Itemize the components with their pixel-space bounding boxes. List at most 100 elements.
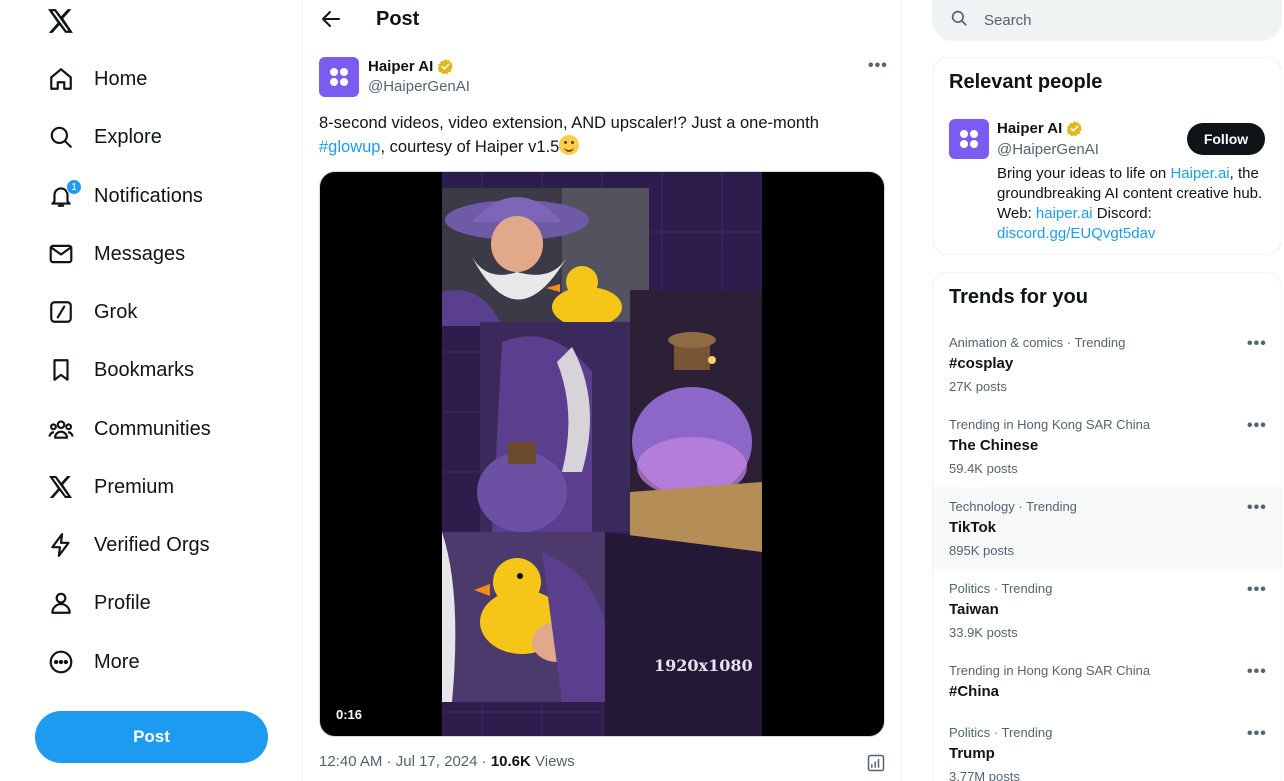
notification-badge: 1: [66, 179, 82, 195]
post-text: 8-second videos, video extension, AND up…: [319, 111, 879, 159]
relevant-person-name-text: Haiper AI: [997, 120, 1063, 137]
nav-more[interactable]: More: [36, 637, 152, 687]
nav-verified-orgs[interactable]: Verified Orgs: [36, 520, 222, 570]
trend-item[interactable]: Technology · Trending TikTok 895K posts …: [933, 487, 1281, 569]
trend-category: Politics · Trending: [949, 581, 1053, 596]
author-avatar[interactable]: [319, 57, 359, 97]
trend-name: #cosplay: [949, 355, 1014, 372]
nav-explore[interactable]: Explore: [36, 112, 174, 162]
trend-category: Trending in Hong Kong SAR China: [949, 663, 1151, 678]
bio-link-web[interactable]: haiper.ai: [1036, 205, 1093, 222]
primary-navigation: Home Explore 1 Notifications Messages Gr…: [0, 0, 302, 781]
trend-name: TikTok: [949, 519, 996, 536]
trend-item[interactable]: Politics · Trending Taiwan 33.9K posts •…: [933, 569, 1281, 651]
trend-more-icon[interactable]: •••: [1247, 335, 1267, 353]
bio-text-1: Bring your ideas to life on: [997, 165, 1171, 182]
video-player[interactable]: 1920x1080 0:16: [319, 171, 885, 737]
relevant-person-name[interactable]: Haiper AI: [997, 120, 1083, 137]
nav-bookmarks-label: Bookmarks: [94, 358, 195, 381]
envelope-icon: [48, 241, 74, 267]
video-thumbnail-art: [442, 172, 762, 736]
nav-communities-label: Communities: [94, 417, 211, 440]
nav-grok[interactable]: Grok: [36, 287, 149, 337]
post-metadata: 12:40 AM · Jul 17, 2024 · 10.6K Views: [319, 753, 575, 770]
trend-more-icon[interactable]: •••: [1247, 417, 1267, 435]
author-handle[interactable]: @HaiperGenAI: [368, 78, 470, 95]
post-time[interactable]: 12:40 AM: [319, 753, 382, 770]
search-icon: [48, 124, 74, 150]
trend-count: 3.77M posts: [949, 769, 1020, 781]
trend-more-icon[interactable]: •••: [1247, 499, 1267, 517]
relevant-person-handle[interactable]: @HaiperGenAI: [997, 141, 1099, 158]
x-logo-icon[interactable]: [44, 4, 78, 38]
trend-item[interactable]: Trending in Hong Kong SAR China #China •…: [933, 651, 1281, 713]
relevant-person-avatar[interactable]: [949, 119, 989, 159]
search-icon: [950, 9, 968, 32]
nav-communities[interactable]: Communities: [36, 404, 223, 454]
bookmark-icon: [48, 357, 74, 383]
nav-home[interactable]: Home: [36, 54, 159, 104]
nav-messages[interactable]: Messages: [36, 229, 197, 279]
trend-category: Technology · Trending: [949, 499, 1077, 514]
post-header: Post: [303, 0, 901, 40]
video-frame: 1920x1080: [442, 172, 762, 736]
search-bar[interactable]: [932, 0, 1282, 41]
more-circle-icon: [48, 649, 74, 675]
trend-count: 59.4K posts: [949, 461, 1018, 476]
trend-item[interactable]: Trending in Hong Kong SAR China The Chin…: [933, 405, 1281, 487]
back-arrow-icon[interactable]: [319, 7, 343, 31]
author-name[interactable]: Haiper AI: [368, 58, 454, 75]
author-name-text: Haiper AI: [368, 58, 434, 75]
search-input[interactable]: [984, 12, 1244, 29]
bio-link-haiper[interactable]: Haiper.ai: [1170, 165, 1229, 182]
post-text-tail: , courtesy of Haiper v1.5: [380, 138, 560, 156]
trend-item[interactable]: Animation & comics · Trending #cosplay 2…: [933, 323, 1281, 405]
views-count: 10.6K: [490, 753, 531, 770]
page-title: Post: [376, 8, 420, 30]
trend-more-icon[interactable]: •••: [1247, 663, 1267, 681]
right-sidebar: Relevant people Haiper AI @HaiperGenAI F…: [932, 0, 1284, 781]
bio-link-discord[interactable]: discord.gg/EUQvgt5dav: [997, 225, 1155, 242]
haiper-logo-icon: [330, 68, 348, 86]
trend-more-icon[interactable]: •••: [1247, 581, 1267, 599]
post-button[interactable]: Post: [35, 711, 268, 763]
people-icon: [48, 416, 74, 442]
trend-count: 895K posts: [949, 543, 1015, 558]
nav-profile-label: Profile: [94, 591, 151, 614]
nav-messages-label: Messages: [94, 242, 186, 265]
post-text-body: 8-second videos, video extension, AND up…: [319, 114, 819, 132]
video-duration: 0:16: [330, 705, 369, 724]
trend-count: 33.9K posts: [949, 625, 1018, 640]
post-more-icon[interactable]: •••: [868, 57, 888, 75]
trends-card: Trends for you Animation & comics · Tren…: [932, 272, 1282, 781]
trend-item[interactable]: Politics · Trending Trump 3.77M posts ••…: [933, 713, 1281, 781]
trend-category: Politics · Trending: [949, 725, 1053, 740]
bell-icon: 1: [48, 179, 82, 209]
nav-more-label: More: [94, 650, 140, 673]
follow-button[interactable]: Follow: [1187, 123, 1265, 155]
nav-bookmarks[interactable]: Bookmarks: [36, 345, 206, 395]
bio-text-3: Discord:: [1092, 205, 1152, 222]
trends-title: Trends for you: [949, 286, 1088, 308]
hashtag-link[interactable]: #glowup: [319, 138, 380, 156]
lightning-icon: [48, 532, 74, 558]
verified-badge-icon: [437, 58, 454, 75]
trend-name: Taiwan: [949, 601, 999, 618]
post-date[interactable]: Jul 17, 2024: [396, 753, 478, 770]
resolution-label: 1920x1080: [654, 656, 753, 675]
nav-explore-label: Explore: [94, 125, 162, 148]
nav-notifications-label: Notifications: [94, 184, 203, 207]
nav-grok-label: Grok: [94, 300, 138, 323]
views-label: Views: [535, 753, 575, 770]
smiling-face-emoji-icon: [559, 135, 580, 155]
nav-notifications[interactable]: 1 Notifications: [36, 171, 215, 221]
relevant-people-title: Relevant people: [949, 71, 1103, 93]
analytics-icon[interactable]: [866, 753, 886, 773]
nav-home-label: Home: [94, 67, 148, 90]
x-logo-icon: [48, 474, 74, 500]
trend-count: 27K posts: [949, 379, 1007, 394]
trend-more-icon[interactable]: •••: [1247, 725, 1267, 743]
nav-profile[interactable]: Profile: [36, 578, 163, 628]
nav-premium[interactable]: Premium: [36, 462, 186, 512]
relevant-person-bio: Bring your ideas to life on Haiper.ai, t…: [997, 164, 1269, 244]
